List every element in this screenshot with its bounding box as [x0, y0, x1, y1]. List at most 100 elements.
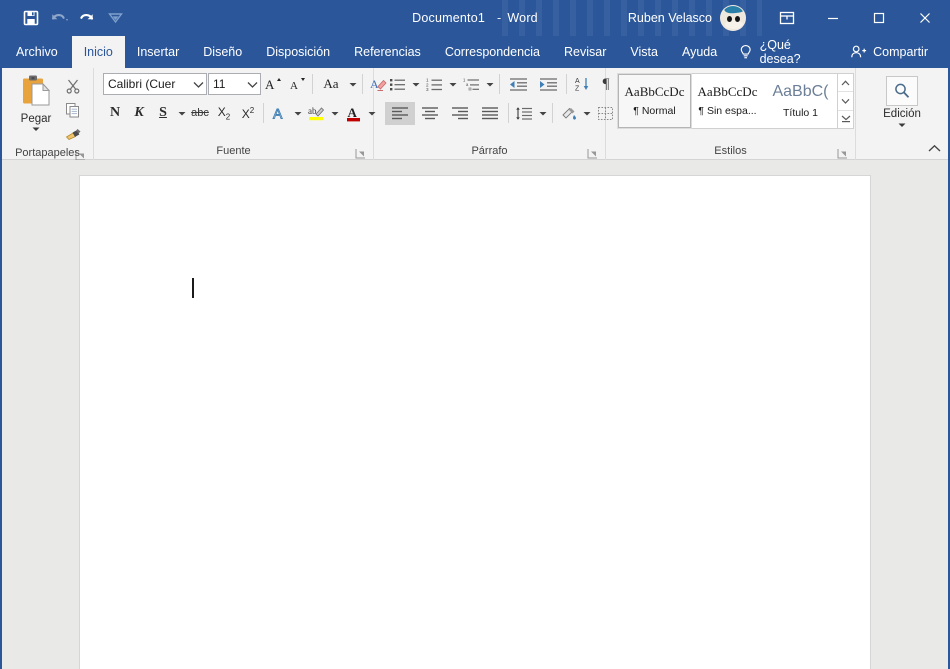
text-effects-button[interactable]: A — [267, 102, 291, 125]
style-tile-titulo-1[interactable]: AaBbC( Título 1 — [764, 74, 837, 128]
shrink-font-button[interactable]: A — [285, 73, 309, 96]
tab-referencias[interactable]: Referencias — [342, 36, 433, 68]
editing-button[interactable]: Edición — [877, 71, 927, 128]
copy-button[interactable] — [61, 99, 85, 121]
italic-button[interactable]: K — [127, 102, 151, 125]
title-bar-right: Ruben Velasco — [628, 0, 948, 36]
style-tile-normal[interactable]: AaBbCcDc ¶ Normal — [617, 73, 692, 129]
tab-insertar[interactable]: Insertar — [125, 36, 191, 68]
superscript-button[interactable]: X2 — [236, 102, 260, 125]
paste-button[interactable]: Pegar — [11, 71, 61, 132]
align-left-icon — [392, 107, 408, 120]
bullets-dropdown[interactable] — [409, 73, 422, 96]
multilevel-group: 1 a — [459, 73, 496, 96]
editing-icon-box — [886, 76, 918, 106]
minimize-button[interactable] — [810, 0, 856, 36]
align-left-button[interactable] — [385, 101, 415, 125]
close-button[interactable] — [902, 0, 948, 36]
highlight-button[interactable]: ab — [304, 102, 328, 125]
font-color-button[interactable]: A — [341, 102, 365, 125]
shading-dropdown[interactable] — [580, 102, 593, 125]
font-color-group: A — [341, 102, 378, 125]
change-case-dropdown[interactable] — [346, 73, 359, 96]
parrafo-label-text: Párrafo — [471, 145, 508, 157]
highlight-group: ab — [304, 102, 341, 125]
edicion-body: Edición — [861, 71, 943, 143]
tabstrip-right: ¿Qué desea? Compartir — [729, 36, 948, 68]
tab-inicio[interactable]: Inicio — [71, 36, 125, 68]
numbering-dropdown[interactable] — [446, 73, 459, 96]
customize-qat-button[interactable] — [102, 6, 128, 30]
app-name: Word — [507, 11, 538, 25]
fuente-label: Fuente — [99, 143, 368, 160]
scissors-icon — [66, 79, 80, 94]
estilos-dialog-launcher[interactable] — [837, 148, 848, 159]
styles-scroll-down-button[interactable] — [838, 92, 853, 111]
align-right-button[interactable] — [445, 102, 475, 125]
cut-button[interactable] — [61, 75, 85, 97]
save-button[interactable] — [18, 6, 44, 30]
document-canvas[interactable] — [2, 160, 948, 669]
tab-archivo[interactable]: Archivo — [2, 36, 72, 68]
fuente-body: Calibri (Cuer 11 A A Aa A N K S abc X2 X… — [99, 71, 387, 143]
align-center-icon — [422, 107, 438, 120]
multilevel-list-button[interactable]: 1 a — [459, 73, 483, 96]
sort-button[interactable]: A Z — [570, 73, 594, 96]
word-window: Documento1 - Word Ruben Velasco Archivo … — [0, 0, 950, 669]
user-name[interactable]: Ruben Velasco — [628, 11, 712, 25]
collapse-ribbon-button[interactable] — [924, 139, 944, 157]
underline-dropdown[interactable] — [175, 102, 188, 125]
increase-indent-button[interactable] — [533, 73, 563, 96]
styles-more-button[interactable] — [838, 111, 853, 128]
share-button[interactable]: Compartir — [842, 36, 936, 68]
highlight-dropdown[interactable] — [328, 102, 341, 125]
text-effects-dropdown[interactable] — [291, 102, 304, 125]
styles-scroll-up-button[interactable] — [838, 74, 853, 93]
line-spacing-button[interactable] — [512, 102, 536, 125]
font-size-combo[interactable]: 11 — [208, 73, 261, 95]
tab-ayuda[interactable]: Ayuda — [670, 36, 729, 68]
bullets-icon — [389, 78, 405, 90]
undo-button[interactable] — [46, 6, 72, 30]
subscript-label: X2 — [217, 104, 231, 122]
format-painter-button[interactable] — [61, 123, 85, 145]
maximize-button[interactable] — [856, 0, 902, 36]
share-label: Compartir — [873, 45, 928, 59]
font-name-combo[interactable]: Calibri (Cuer — [103, 73, 207, 95]
strikethrough-button[interactable]: abc — [188, 102, 212, 125]
justify-button[interactable] — [475, 102, 505, 125]
redo-button[interactable] — [74, 6, 100, 30]
style-preview-titulo-1: AaBbC( — [772, 83, 829, 101]
title-separator: - — [497, 11, 502, 25]
tab-correspondencia[interactable]: Correspondencia — [433, 36, 552, 68]
copy-icon — [66, 103, 79, 118]
fuente-sep-1 — [312, 74, 313, 94]
grow-font-button[interactable]: A — [261, 73, 285, 96]
bold-button[interactable]: N — [103, 102, 127, 125]
underline-button[interactable]: S — [151, 102, 175, 125]
shading-button[interactable] — [556, 102, 580, 125]
change-case-button[interactable]: Aa — [316, 73, 346, 96]
multilevel-dropdown[interactable] — [483, 73, 496, 96]
style-tile-sin-espaciado[interactable]: AaBbCcDc ¶ Sin espa... — [691, 74, 764, 128]
subscript-button[interactable]: X2 — [212, 102, 236, 125]
estilos-label: Estilos — [611, 143, 850, 160]
line-spacing-dropdown[interactable] — [536, 102, 549, 125]
tab-revisar[interactable]: Revisar — [552, 36, 618, 68]
fuente-dialog-launcher[interactable] — [355, 148, 366, 159]
parrafo-row-1: 1 2 3 1 a A Z ¶ — [385, 71, 618, 97]
align-center-button[interactable] — [415, 102, 445, 125]
parrafo-dialog-launcher[interactable] — [587, 148, 598, 159]
ribbon-display-options-button[interactable] — [764, 0, 810, 36]
avatar[interactable] — [720, 5, 746, 31]
decrease-indent-button[interactable] — [503, 73, 533, 96]
numbering-icon: 1 2 3 — [426, 77, 442, 92]
tell-me-box[interactable]: ¿Qué desea? — [729, 36, 842, 68]
document-page[interactable] — [79, 175, 871, 669]
tab-vista[interactable]: Vista — [618, 36, 670, 68]
tab-disposicion[interactable]: Disposición — [254, 36, 342, 68]
sort-icon: A Z — [575, 78, 588, 92]
bullets-button[interactable] — [385, 73, 409, 96]
tab-diseno[interactable]: Diseño — [191, 36, 254, 68]
numbering-button[interactable]: 1 2 3 — [422, 73, 446, 96]
